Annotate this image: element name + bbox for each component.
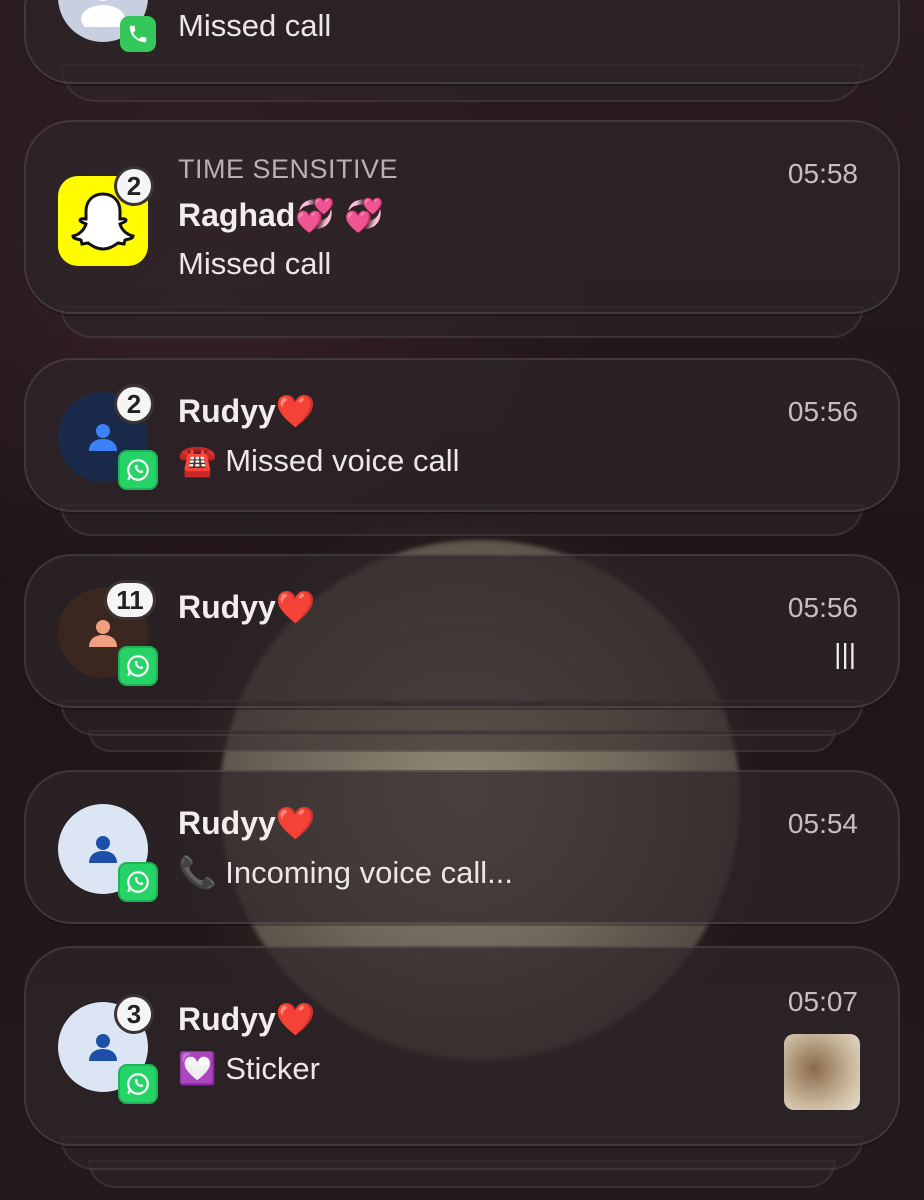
notification-time: 05:54	[787, 808, 858, 839]
notification-body: 💟 Sticker	[178, 1051, 320, 1086]
notification-count-badge: 2	[114, 384, 154, 424]
notification-body: ☎️ Missed voice call	[178, 443, 460, 478]
notification-body: 📞 Incoming voice call...	[178, 855, 513, 890]
notification-time: 05:58	[787, 158, 858, 189]
notification-count-badge: 11	[104, 580, 156, 620]
heart-emoji: ❤️	[275, 805, 316, 841]
person-icon	[89, 424, 117, 451]
notification-count-badge: 2	[114, 166, 154, 206]
notification-title: Rudyy❤️	[178, 393, 316, 429]
notification-title: Rudyy❤️	[178, 805, 316, 841]
notification-title: Rudyy❤️	[178, 1001, 316, 1037]
phone-app-icon	[120, 16, 156, 52]
person-icon	[89, 1034, 117, 1061]
notification-card[interactable]: Missed call	[24, 0, 900, 84]
notification-body: Missed call	[178, 8, 332, 43]
notification-card[interactable]: 2 TIME SENSITIVE Raghad💞 💞 Missed call 0…	[24, 120, 900, 314]
sticker-thumbnail	[784, 1034, 860, 1110]
heart-emoji: ❤️	[275, 393, 316, 429]
notification-time: 05:56	[787, 396, 858, 427]
notification-count-badge: 3	[114, 994, 154, 1034]
person-icon	[89, 836, 117, 863]
notification-body: Missed call	[178, 246, 332, 281]
heart-emoji: ❤️	[275, 589, 316, 625]
whatsapp-app-icon	[118, 1064, 158, 1104]
whatsapp-app-icon	[118, 646, 158, 686]
time-sensitive-label: TIME SENSITIVE	[178, 154, 399, 184]
notification-time: 05:56	[787, 592, 858, 623]
whatsapp-app-icon	[118, 450, 158, 490]
media-indicator: |||	[834, 638, 856, 669]
notification-card[interactable]: 3 Rudyy❤️ 💟 Sticker 05:07	[24, 946, 900, 1146]
notification-time: 05:07	[787, 986, 858, 1017]
heart-emoji: ❤️	[275, 1001, 316, 1037]
notification-card[interactable]: 11 Rudyy❤️ 05:56 |||	[24, 554, 900, 708]
notification-title: Rudyy❤️	[178, 589, 316, 625]
notification-title: Raghad💞 💞	[178, 197, 384, 233]
notification-card[interactable]: 2 Rudyy❤️ ☎️ Missed voice call 05:56	[24, 358, 900, 512]
whatsapp-app-icon	[118, 862, 158, 902]
notification-card[interactable]: Rudyy❤️ 📞 Incoming voice call... 05:54	[24, 770, 900, 924]
